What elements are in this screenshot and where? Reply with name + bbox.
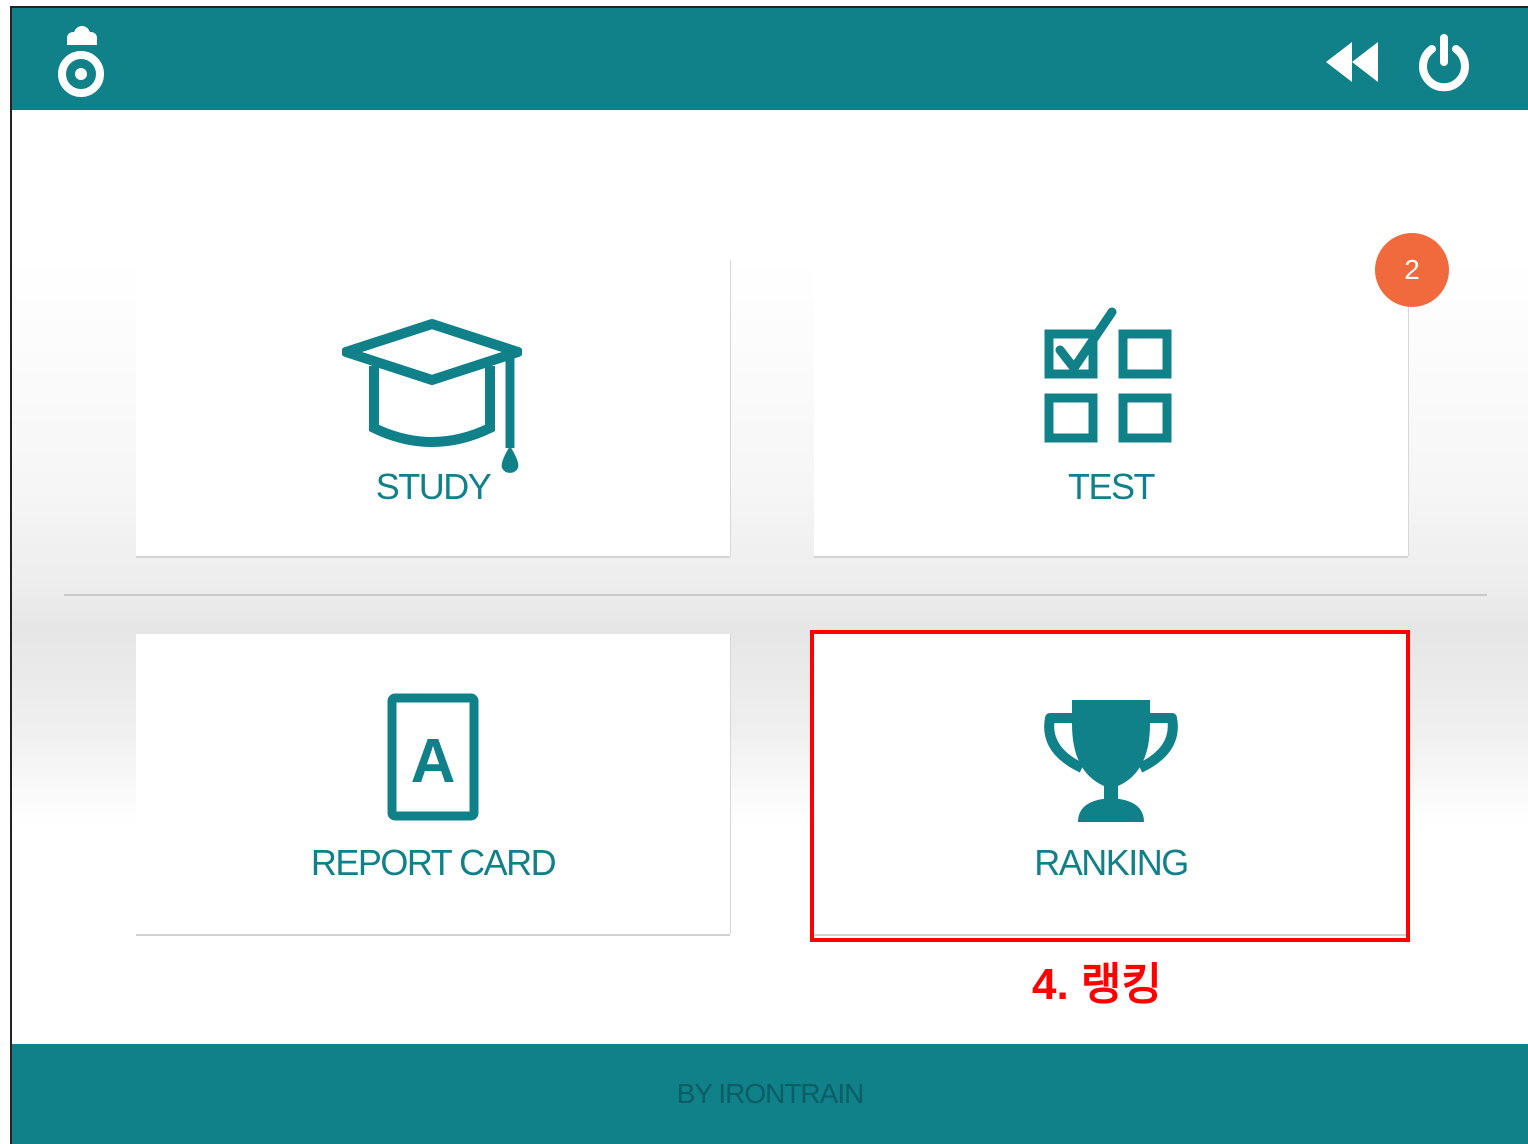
svg-text:A: A <box>411 727 456 796</box>
test-label: TEST <box>1067 466 1156 507</box>
graduation-cap-icon <box>342 319 522 473</box>
power-icon[interactable] <box>1414 32 1474 92</box>
app-window: STUDY TEST 2 A REPORT CARD RANKING 4. 랭킹 <box>10 6 1528 1144</box>
notification-badge: 2 <box>1375 233 1449 307</box>
study-tile[interactable]: STUDY <box>136 260 730 556</box>
footer-text: BY IRONTRAIN <box>676 1078 865 1109</box>
footer-bar: BY IRONTRAIN <box>12 1044 1528 1144</box>
study-label: STUDY <box>375 466 492 507</box>
report-card-tile[interactable]: A REPORT CARD <box>136 634 730 934</box>
top-bar <box>12 8 1528 110</box>
checklist-grid-icon <box>1044 307 1172 443</box>
section-divider <box>64 594 1487 596</box>
test-tile[interactable]: TEST <box>814 260 1408 556</box>
report-card-label: REPORT CARD <box>310 842 557 883</box>
rewind-icon[interactable] <box>1322 32 1382 92</box>
highlight-box <box>810 630 1410 942</box>
annotation-label: 4. 랭킹 <box>1032 960 1162 1009</box>
report-card-icon: A <box>387 693 479 821</box>
app-logo-icon <box>58 26 104 97</box>
